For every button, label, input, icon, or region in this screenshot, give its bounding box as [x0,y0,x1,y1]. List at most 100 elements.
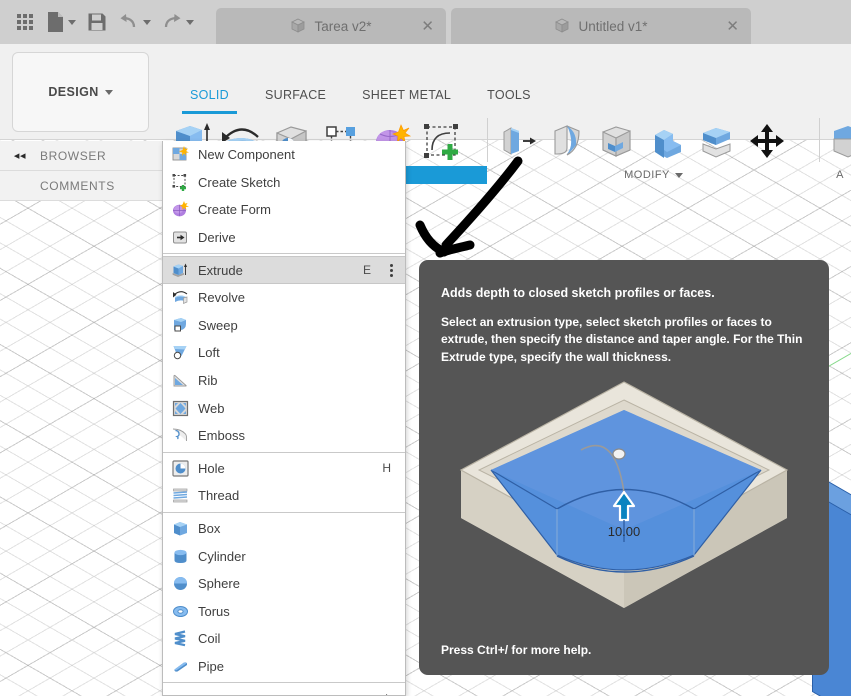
menu-item-label: Thread [198,488,240,504]
shell-icon [602,126,631,157]
browser-header[interactable]: ◂◂ BROWSER [0,141,162,171]
menu-separator [163,451,405,453]
menu-item-coil[interactable]: Coil [163,625,405,653]
menu-item-label: Coil [198,631,221,647]
menu-item-sweep[interactable]: Sweep [163,312,405,340]
menu-item-create-form[interactable]: Create Form [163,196,405,224]
grid-icon-glyph [17,14,33,30]
create-sketch-icon [171,173,190,192]
menu-item-label: Sphere [198,576,240,592]
menu-item-label: Box [198,521,221,537]
comments-header[interactable]: COMMENTS [0,171,162,201]
hole-icon [171,459,190,478]
menu-item-extrude[interactable]: Extrude E [163,256,405,284]
move-copy-icon [750,124,784,158]
panel-modify-icons [488,112,819,166]
menu-item-emboss[interactable]: Emboss [163,422,405,450]
menu-item-create-sketch[interactable]: Create Sketch [163,169,405,197]
tooltip-title: Adds depth to closed sketch profiles or … [441,286,715,300]
menu-item-web[interactable]: Web [163,394,405,422]
ribbon-tab-tools[interactable]: TOOLS [469,88,549,110]
toolbar-move-copy-button[interactable] [744,116,790,166]
chevron-down-icon [674,172,683,178]
toolbar-combine-button[interactable] [644,116,690,166]
menu-item-hole[interactable]: Hole H [163,455,405,483]
sphere-icon [171,574,190,593]
comments-label: COMMENTS [40,178,115,193]
menu-item-loft[interactable]: Loft [163,339,405,367]
menu-separator [163,253,405,255]
file-icon [48,12,63,32]
ribbon-toolbar: DESIGN SOLID SURFACE SHEET METAL TOOLS M… [0,44,851,184]
chevron-down-icon [143,19,151,25]
menu-item-label: Create Sketch [198,174,281,190]
emboss-icon [171,426,190,445]
menu-item-box[interactable]: Box [163,515,405,543]
menu-item-torus[interactable]: Torus [163,598,405,626]
menu-item-thread[interactable]: Thread [163,482,405,510]
menu-item-cylinder[interactable]: Cylinder [163,542,405,570]
ribbon-tab-surface[interactable]: SURFACE [247,88,344,110]
workspace-selector[interactable]: DESIGN [12,52,149,132]
toolbar-fillet-button[interactable] [544,116,590,166]
document-tab-tarea[interactable]: Tarea v2* ✕ [216,8,446,44]
ribbon-tab-solid[interactable]: SOLID [172,88,247,114]
undo-button[interactable] [114,5,155,39]
undo-icon [120,14,136,28]
menu-item-revolve[interactable]: Revolve [163,284,405,312]
menu-item-pipe[interactable]: Pipe [163,653,405,681]
menu-item-label: Cylinder [198,548,246,564]
chevron-down-icon [104,89,113,95]
toolbar-assemble-button[interactable] [826,116,851,166]
create-form-icon [171,200,190,219]
left-side-panel: ◂◂ BROWSER COMMENTS [0,141,162,201]
redo-button[interactable] [157,5,198,39]
create-dropdown-menu[interactable]: New Component Create Sketch Create Form … [162,141,406,696]
menu-item-label: Torus [198,603,230,619]
ribbon-tab-label: SOLID [190,88,230,102]
menu-item-label: Pattern [198,692,378,695]
panel-modify-label[interactable]: MODIFY [488,166,819,184]
extrude-icon [171,261,190,280]
toolbar-press-pull-button[interactable] [494,116,540,166]
cube-icon [291,18,306,33]
close-icon[interactable]: ✕ [421,17,434,35]
tooltip-illustration: 10.00 [459,381,789,608]
create-sketch-icon [424,124,458,160]
close-icon[interactable]: ✕ [726,17,739,35]
press-pull-icon [503,127,536,155]
menu-item-new-component[interactable]: New Component [163,141,405,169]
ribbon-tab-strip: SOLID SURFACE SHEET METAL TOOLS [172,88,549,114]
document-tab-untitled[interactable]: Untitled v1* ✕ [451,8,751,44]
box-icon [171,519,190,538]
menu-item-label: Rib [198,373,218,389]
toolbar-create-sketch-button[interactable] [418,116,464,166]
toolbar-offset-face-button[interactable] [694,116,740,166]
new-file-button[interactable] [42,5,80,39]
fillet-icon [554,125,580,156]
ribbon-tab-label: SURFACE [265,88,327,102]
menu-item-label: Loft [198,345,220,361]
collapse-icon[interactable]: ◂◂ [0,149,40,162]
torus-icon [171,602,190,621]
menu-item-label: New Component [198,147,295,163]
coil-icon [171,629,190,648]
panel-label-text: A [836,169,844,181]
menu-item-sphere[interactable]: Sphere [163,570,405,598]
menu-item-shortcut: E [362,263,371,278]
panel-assemble-icons [820,112,851,166]
menu-item-rib[interactable]: Rib [163,367,405,395]
toolbar-shell-button[interactable] [594,116,640,166]
document-tab-label: Untitled v1* [578,18,648,34]
redo-icon [164,14,181,28]
save-button[interactable] [82,5,112,39]
panel-assemble-partial: A [820,112,851,184]
panel-assemble-label[interactable]: A [820,166,851,184]
ribbon-tab-sheet-metal[interactable]: SHEET METAL [344,88,469,110]
apps-grid-icon[interactable] [10,5,40,39]
menu-item-derive[interactable]: Derive [163,224,405,252]
more-options-icon[interactable] [385,262,397,279]
menu-item-pattern[interactable]: Pattern [163,685,405,695]
document-tabs: Tarea v2* ✕ Untitled v1* ✕ [216,0,851,44]
quick-access-toolbar [0,5,198,39]
